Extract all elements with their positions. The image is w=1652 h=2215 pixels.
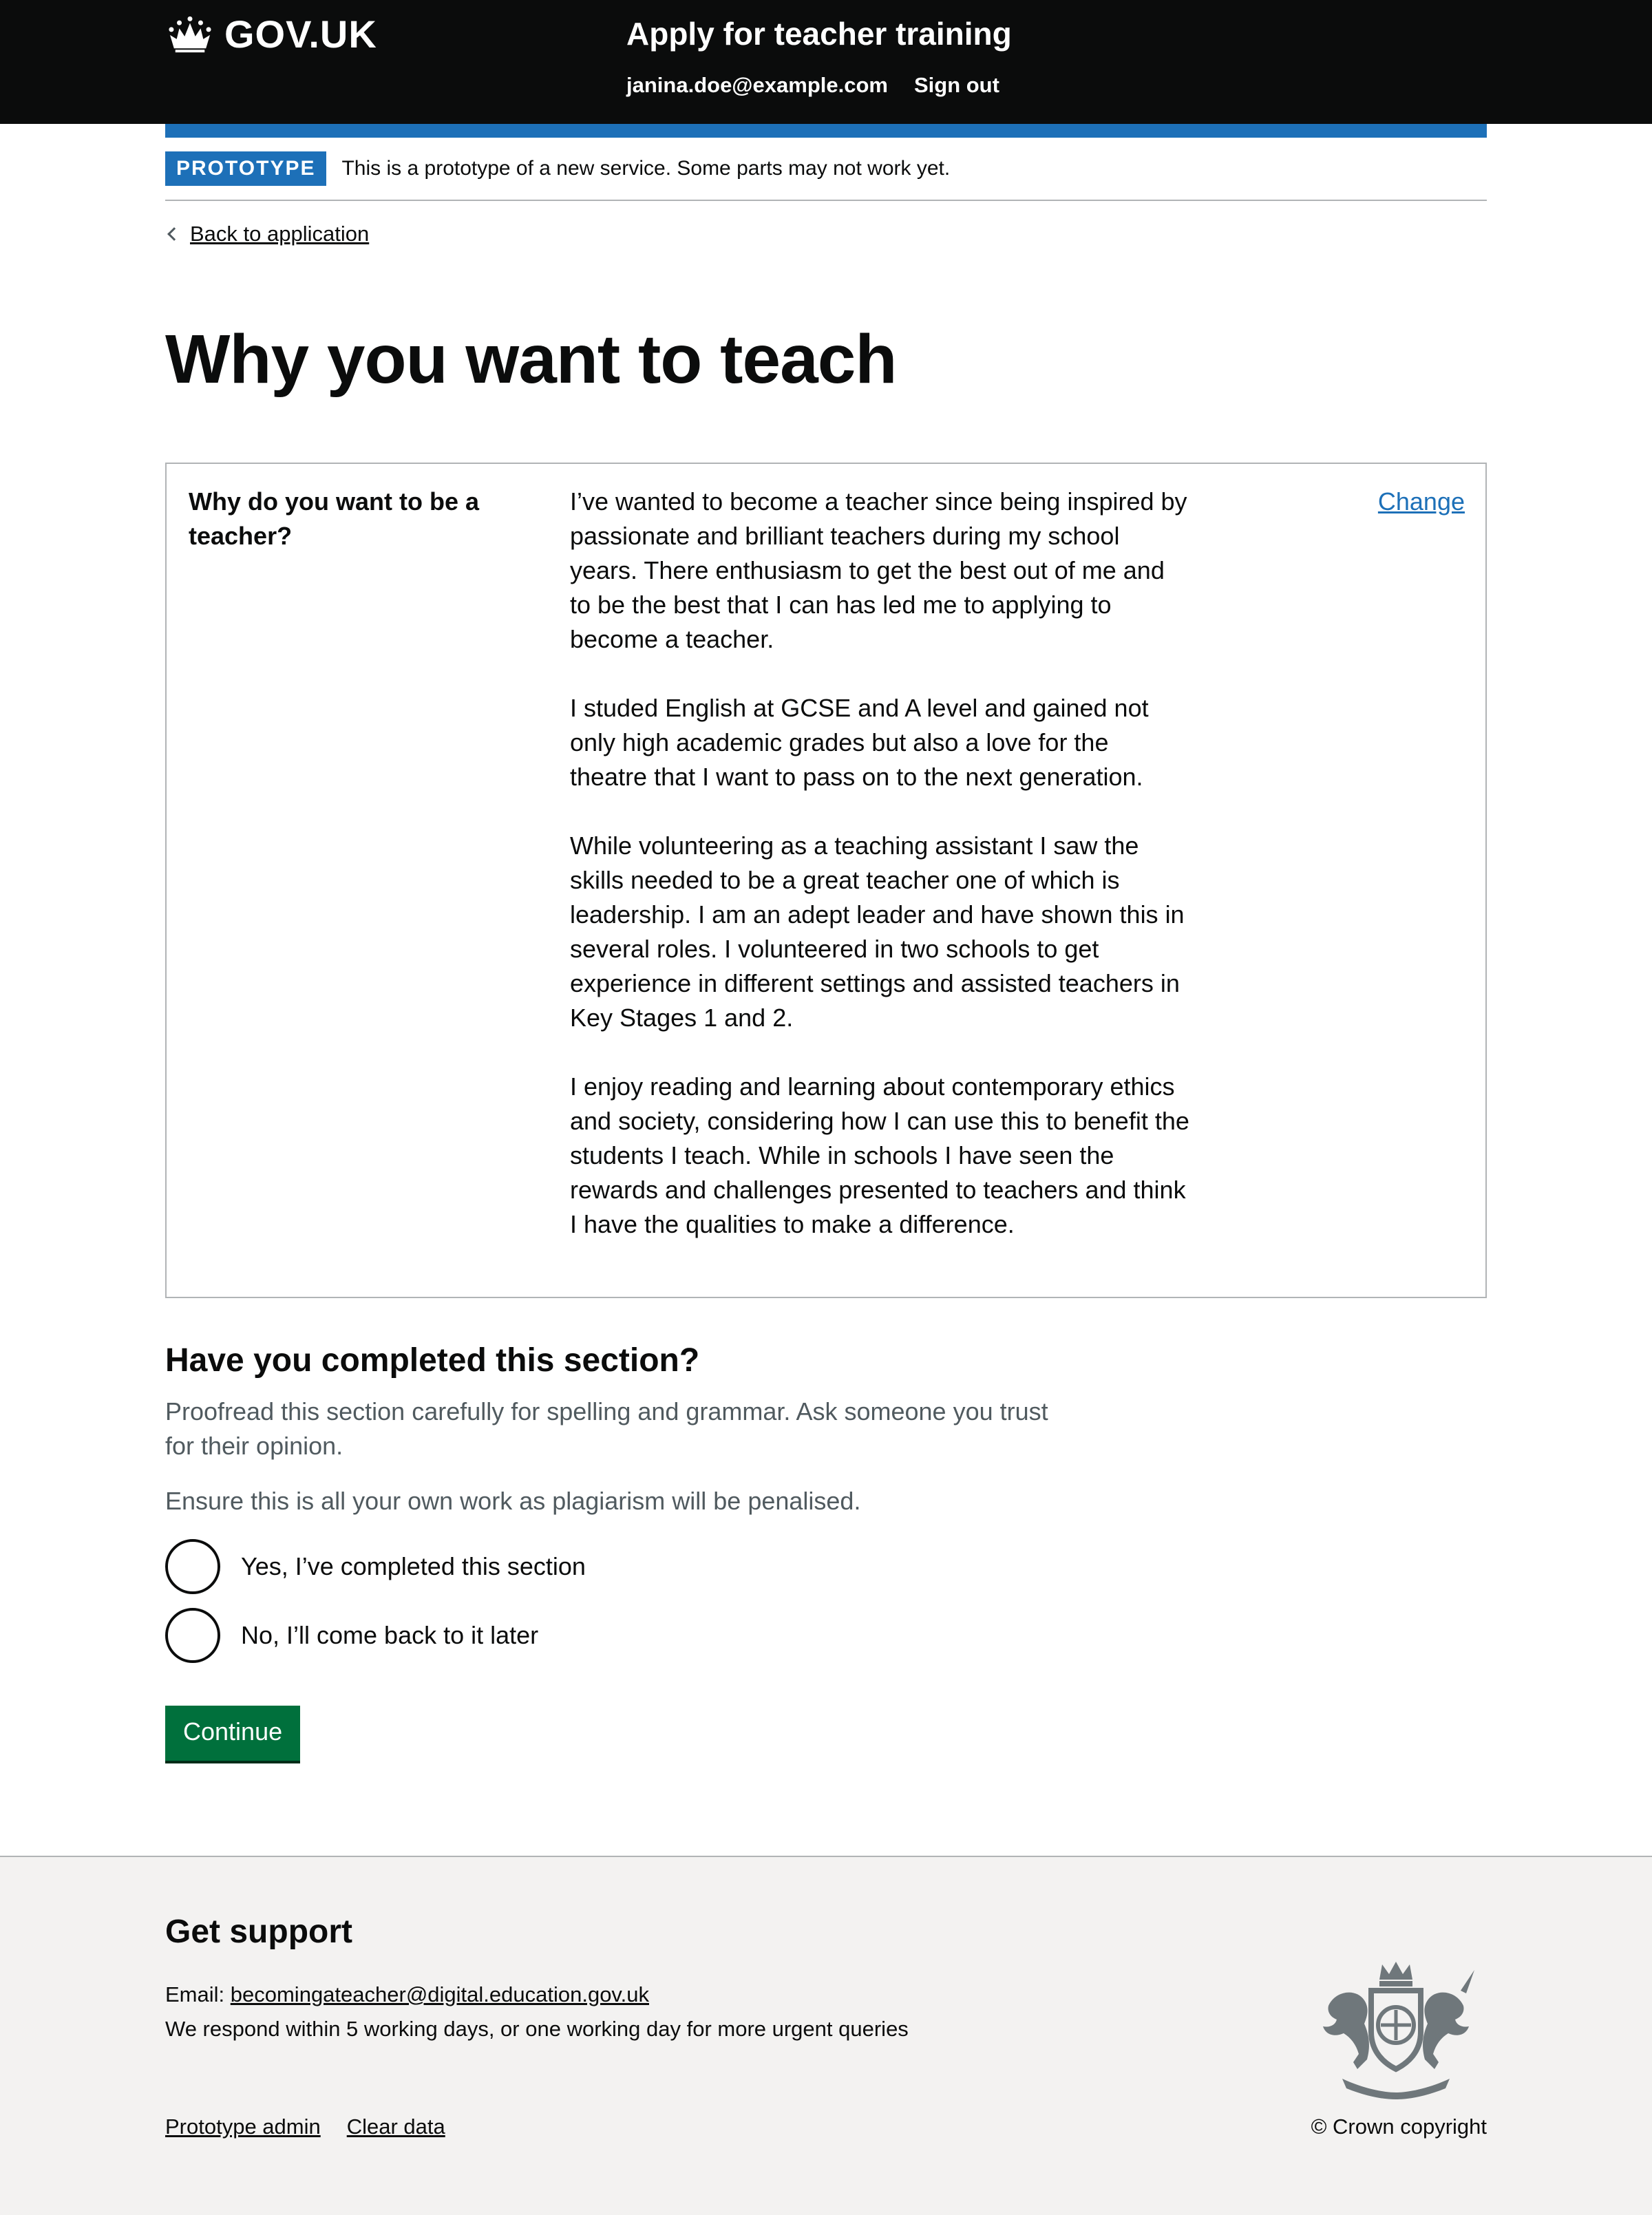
footer-links: Prototype admin Clear data (165, 2110, 445, 2143)
user-email-link[interactable]: janina.doe@example.com (626, 73, 888, 98)
govuk-logo-link[interactable]: GOV.UK (165, 10, 377, 58)
crown-copyright-link[interactable]: © Crown copyright (1311, 2110, 1487, 2143)
radio-circle[interactable] (165, 1608, 220, 1663)
crown-icon (169, 16, 211, 53)
support-email-link[interactable]: becomingateacher@digital.education.gov.u… (231, 1982, 649, 2006)
footer-email-line: Email: becomingateacher@digital.educatio… (165, 1978, 649, 2011)
phase-banner: PROTOTYPE This is a prototype of a new s… (165, 151, 1487, 201)
summary-paragraph: I enjoy reading and learning about conte… (570, 1072, 1189, 1238)
summary-key: Why do you want to be a teacher? (189, 487, 479, 550)
completed-section-heading: Have you completed this section? (165, 1342, 700, 1379)
summary-paragraph: I studed English at GCSE and A level and… (570, 694, 1149, 791)
header-navigation: janina.doe@example.com Sign out (626, 73, 999, 98)
radio-yes-completed[interactable]: Yes, I’ve completed this section (165, 1539, 586, 1594)
radio-label-no[interactable]: No, I’ll come back to it later (241, 1621, 538, 1650)
radio-label-yes[interactable]: Yes, I’ve completed this section (241, 1552, 586, 1581)
sign-out-link[interactable]: Sign out (914, 73, 999, 98)
back-link-label: Back to application (190, 222, 370, 246)
royal-coat-of-arms-icon (1323, 1962, 1474, 2099)
summary-list-card: Why do you want to be a teacher? I’ve wa… (165, 463, 1487, 1298)
prototype-admin-link[interactable]: Prototype admin (165, 2110, 321, 2143)
back-link[interactable]: Back to application (165, 222, 369, 246)
site-header: GOV.UK Apply for teacher training janina… (0, 0, 1652, 124)
summary-paragraph: I’ve wanted to become a teacher since be… (570, 487, 1187, 653)
proofread-hint: Proofread this section carefully for spe… (165, 1397, 1048, 1460)
chevron-left-icon (167, 227, 181, 241)
plagiarism-hint: Ensure this is all your own work as plag… (165, 1487, 861, 1515)
radio-circle[interactable] (165, 1539, 220, 1594)
radio-no-later[interactable]: No, I’ll come back to it later (165, 1608, 538, 1663)
footer-title: Get support (165, 1914, 352, 1950)
phase-banner-text: This is a prototype of a new service. So… (341, 157, 951, 180)
header-blue-bar (165, 124, 1487, 138)
summary-value: I’ve wanted to become a teacher since be… (570, 485, 1189, 1242)
footer-email-prefix: Email: (165, 1982, 225, 2006)
change-link[interactable]: Change (1378, 485, 1465, 519)
service-name-link[interactable]: Apply for teacher training (626, 10, 1012, 58)
clear-data-link[interactable]: Clear data (347, 2110, 445, 2143)
continue-button[interactable]: Continue (165, 1706, 301, 1761)
footer-response-text: We respond within 5 working days, or one… (165, 2017, 909, 2041)
site-footer: Get support Email: becomingateacher@digi… (0, 1856, 1652, 2215)
phase-tag: PROTOTYPE (165, 151, 327, 186)
page-title: Why you want to teach (165, 321, 897, 398)
summary-paragraph: While volunteering as a teaching assista… (570, 831, 1185, 1032)
logo-text: GOV.UK (224, 12, 377, 56)
